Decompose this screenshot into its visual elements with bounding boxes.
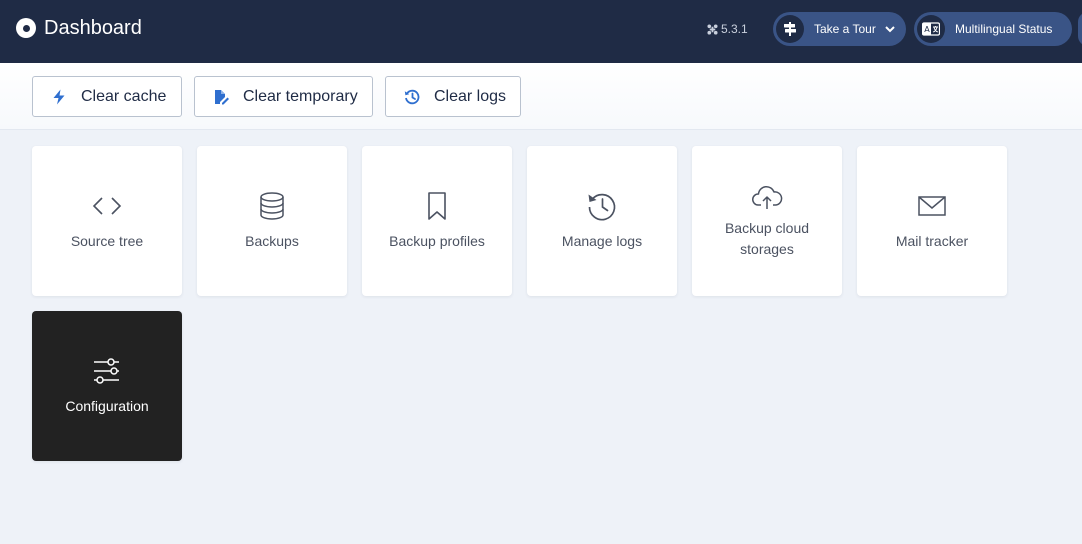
take-a-tour-label: Take a Tour	[814, 22, 876, 36]
clear-logs-label: Clear logs	[434, 87, 507, 105]
joomla-icon	[707, 23, 718, 35]
backups-tile[interactable]: Backups	[197, 146, 347, 296]
backup-profiles-tile[interactable]: Backup profiles	[362, 146, 512, 296]
database-icon	[260, 192, 284, 220]
tile-label: Configuration	[65, 398, 149, 414]
history-icon	[588, 193, 616, 221]
tile-label: Mail tracker	[895, 233, 969, 249]
version-number: 5.3.1	[721, 22, 748, 36]
multilingual-status-label: Multilingual Status	[955, 22, 1053, 36]
tile-label: Backup cloud storages	[724, 220, 810, 257]
sliders-icon	[94, 358, 119, 384]
code-icon	[92, 197, 122, 215]
tile-label: Source tree	[70, 233, 144, 249]
source-tree-tile[interactable]: Source tree	[32, 146, 182, 296]
clear-logs-button[interactable]: Clear logs	[385, 76, 521, 117]
tile-label: Manage logs	[561, 233, 643, 249]
mail-tracker-tile[interactable]: Mail tracker	[857, 146, 1007, 296]
tile-label: Backups	[245, 233, 299, 249]
bookmark-icon	[428, 192, 446, 220]
envelope-icon	[918, 196, 946, 216]
configuration-tile[interactable]: Configuration	[32, 311, 182, 461]
take-a-tour-button[interactable]: Take a Tour	[773, 12, 906, 46]
multilingual-status-button[interactable]: A Multilingual Status	[914, 12, 1072, 46]
chevron-down-icon	[885, 26, 895, 33]
svg-text:A: A	[924, 25, 930, 34]
page-title: Dashboard	[44, 17, 142, 39]
clear-temporary-label: Clear temporary	[243, 87, 358, 105]
version-info: 5.3.1	[707, 21, 748, 37]
backup-cloud-storages-tile[interactable]: Backup cloud storages	[692, 146, 842, 296]
cloud-upload-icon	[752, 186, 783, 209]
file-edit-icon	[215, 89, 229, 104]
user-menu-button[interactable]	[1078, 12, 1082, 46]
history-icon	[404, 89, 420, 104]
bolt-icon	[53, 89, 65, 104]
manage-logs-tile[interactable]: Manage logs	[527, 146, 677, 296]
app-logo-icon	[16, 18, 36, 38]
signpost-icon	[776, 15, 804, 43]
language-icon: A	[917, 15, 945, 43]
clear-cache-label: Clear cache	[81, 87, 167, 105]
toolbar: Clear cache Clear temporary Clear logs	[0, 63, 1082, 130]
top-header: Dashboard 5.3.1 Take a Tour A Multilingu…	[0, 0, 1082, 63]
clear-temporary-button[interactable]: Clear temporary	[194, 76, 373, 117]
clear-cache-button[interactable]: Clear cache	[32, 76, 182, 117]
tile-label: Backup profiles	[389, 233, 485, 249]
